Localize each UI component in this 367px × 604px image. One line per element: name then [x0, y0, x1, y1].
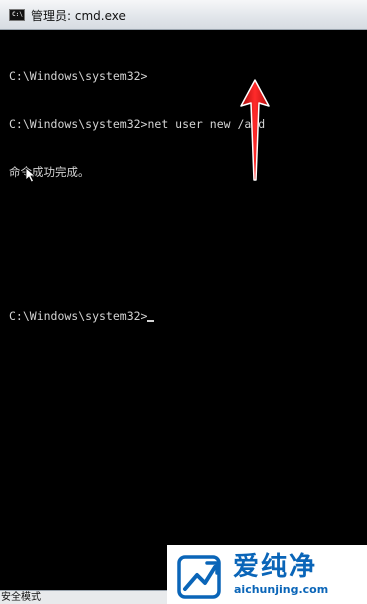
console-line: C:\Windows\system32>net user new /add [9, 117, 266, 131]
watermark-brand-text: 爱纯净 [233, 552, 318, 582]
title-bar[interactable]: C:\ 管理员: cmd.exe [0, 0, 367, 30]
mouse-pointer-icon [25, 167, 37, 183]
cmd-window: C:\ 管理员: cmd.exe C:\Windows\system32> C:… [0, 0, 367, 590]
red-arrow-annotation-icon [240, 79, 270, 181]
window-title: 管理员: cmd.exe [31, 9, 126, 23]
console-prompt: C:\Windows\system32> [9, 309, 148, 323]
console-prompt-line[interactable]: C:\Windows\system32> [9, 308, 367, 324]
console-line: 命令成功完成。 [9, 165, 90, 179]
brand-logo-icon [177, 555, 221, 599]
console-line: C:\Windows\system32> [9, 69, 148, 83]
watermark-url: aichunjing.com [234, 583, 329, 596]
text-cursor [147, 320, 155, 322]
console-output[interactable]: C:\Windows\system32> C:\Windows\system32… [9, 36, 367, 590]
safe-mode-label: 安全模式 [1, 592, 41, 603]
watermark: 爱纯净 aichunjing.com [167, 545, 367, 604]
cmd-app-icon[interactable]: C:\ [9, 9, 25, 21]
